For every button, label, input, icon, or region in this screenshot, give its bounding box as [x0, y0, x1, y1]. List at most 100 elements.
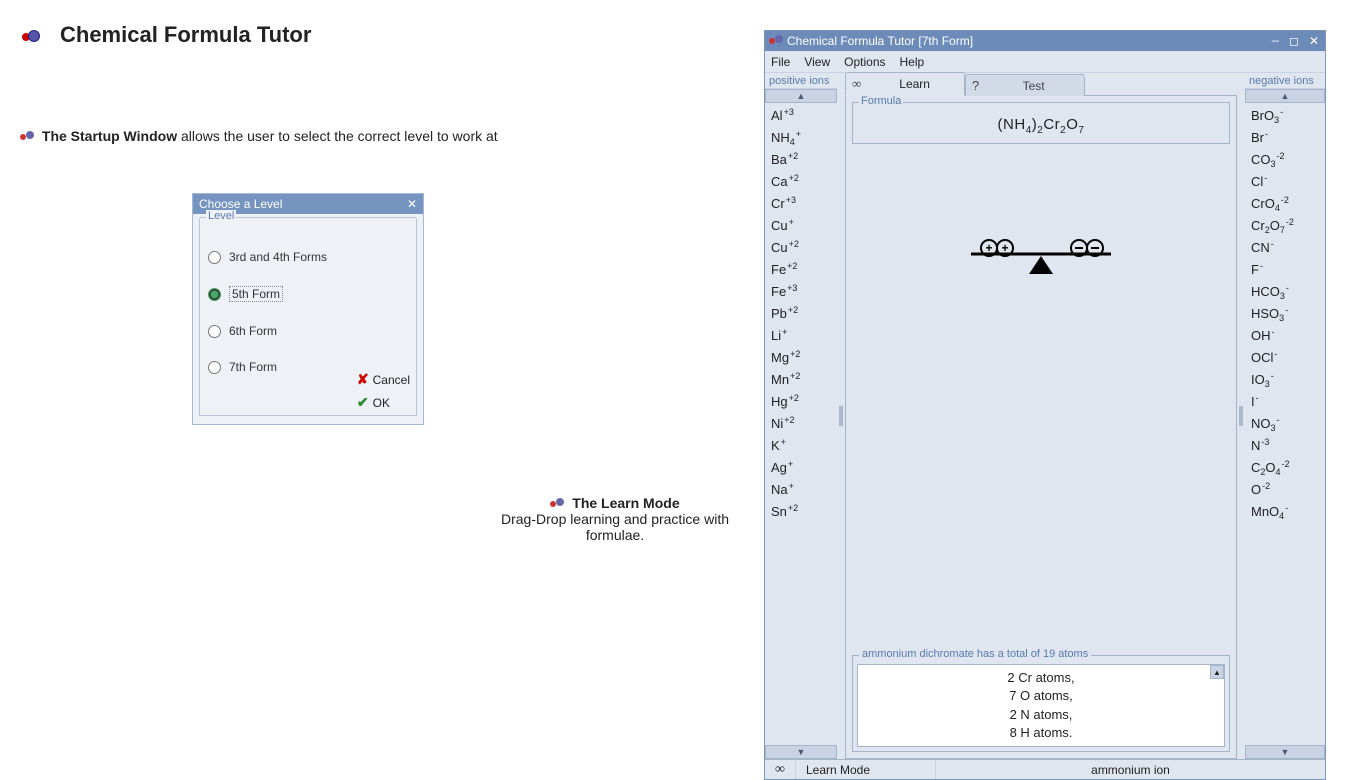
atom-line: 8 H atoms. — [864, 724, 1218, 742]
menu-file[interactable]: File — [771, 55, 790, 69]
ion-item[interactable]: Cu+2 — [767, 237, 835, 259]
ion-item[interactable]: Hg+2 — [767, 391, 835, 413]
ion-item[interactable]: Cu+ — [767, 215, 835, 237]
ion-item[interactable]: Ag+ — [767, 457, 835, 479]
ion-item[interactable]: I- — [1247, 391, 1323, 413]
negative-ions-header: negative ions — [1245, 73, 1325, 89]
ion-item[interactable]: BrO3- — [1247, 105, 1323, 127]
learn-mode-caption: The Learn Mode Drag-Drop learning and pr… — [475, 495, 755, 543]
level-option-label: 6th Form — [229, 324, 277, 338]
minimize-icon[interactable]: — — [1272, 34, 1281, 49]
ion-item[interactable]: CO3-2 — [1247, 149, 1323, 171]
level-option[interactable]: 3rd and 4th Forms — [208, 250, 408, 264]
tab-body-learn: Formula (NH4)2Cr2O7 + + — [845, 95, 1237, 759]
scroll-down-button[interactable]: ▼ — [765, 745, 837, 759]
atom-line: 2 N atoms, — [864, 706, 1218, 724]
app-titlebar[interactable]: Chemical Formula Tutor [7th Form] — ◻ ✕ — [765, 31, 1325, 51]
level-radio[interactable] — [208, 288, 221, 301]
tab-test[interactable]: ? Test — [965, 74, 1085, 96]
balance-area[interactable]: + + — [852, 144, 1230, 655]
ion-item[interactable]: Cl- — [1247, 171, 1323, 193]
menu-help[interactable]: Help — [900, 55, 925, 69]
ion-item[interactable]: NH4+ — [767, 127, 835, 149]
splitter-right[interactable] — [1237, 73, 1245, 759]
formula-legend: Formula — [859, 95, 903, 107]
ion-item[interactable]: Ni+2 — [767, 413, 835, 435]
maximize-icon[interactable]: ◻ — [1289, 34, 1301, 49]
level-option[interactable]: 6th Form — [208, 324, 408, 338]
positive-ions-panel: positive ions ▲ Al+3NH4+Ba+2Ca+2Cr+3Cu+C… — [765, 73, 837, 759]
question-icon: ? — [972, 78, 979, 93]
ion-item[interactable]: Na+ — [767, 479, 835, 501]
ion-item[interactable]: HSO3- — [1247, 303, 1323, 325]
scroll-up-button[interactable]: ▲ — [1245, 89, 1325, 103]
positive-ions-header: positive ions — [765, 73, 837, 89]
molecule-icon — [22, 28, 40, 46]
ion-item[interactable]: NO3- — [1247, 413, 1323, 435]
ion-item[interactable]: Ba+2 — [767, 149, 835, 171]
ok-button[interactable]: ✔ OK — [357, 394, 410, 411]
positive-ions-list: Al+3NH4+Ba+2Ca+2Cr+3Cu+Cu+2Fe+2Fe+3Pb+2L… — [765, 103, 837, 745]
scroll-down-button[interactable]: ▼ — [1245, 745, 1325, 759]
close-icon[interactable]: ✕ — [407, 197, 417, 211]
ion-item[interactable]: Fe+2 — [767, 259, 835, 281]
ion-item[interactable]: OH- — [1247, 325, 1323, 347]
ion-item[interactable]: Mg+2 — [767, 347, 835, 369]
ion-item[interactable]: O-2 — [1247, 479, 1323, 501]
close-icon[interactable]: ✕ — [1309, 34, 1321, 49]
ion-item[interactable]: CrO4-2 — [1247, 193, 1323, 215]
level-option[interactable]: 5th Form — [208, 286, 408, 302]
learn-mode-title: The Learn Mode — [572, 495, 679, 511]
level-radio[interactable] — [208, 251, 221, 264]
ion-item[interactable]: Sn+2 — [767, 501, 835, 523]
ion-item[interactable]: Mn+2 — [767, 369, 835, 391]
menu-options[interactable]: Options — [844, 55, 885, 69]
scroll-up-button[interactable]: ▲ — [765, 89, 837, 103]
ion-item[interactable]: HCO3- — [1247, 281, 1323, 303]
infinity-icon: ∞ — [775, 762, 785, 778]
ion-item[interactable]: K+ — [767, 435, 835, 457]
ion-item[interactable]: Al+3 — [767, 105, 835, 127]
scroll-up-button[interactable]: ▲ — [1210, 665, 1224, 679]
cancel-button[interactable]: ✘ Cancel — [357, 371, 410, 388]
tab-learn[interactable]: ∞ Learn — [845, 72, 965, 96]
ion-item[interactable]: CN- — [1247, 237, 1323, 259]
status-icon-cell: ∞ — [765, 760, 796, 779]
atoms-legend: ammonium dichromate has a total of 19 at… — [859, 648, 1091, 660]
status-mode: Learn Mode — [796, 760, 936, 779]
learn-mode-sub: Drag-Drop learning and practice with for… — [501, 511, 729, 543]
ion-item[interactable]: Ca+2 — [767, 171, 835, 193]
atom-line: 2 Cr atoms, — [864, 669, 1218, 687]
ion-item[interactable]: OCl- — [1247, 347, 1323, 369]
level-radio[interactable] — [208, 325, 221, 338]
ok-label: OK — [373, 396, 390, 410]
cancel-icon: ✘ — [357, 371, 369, 388]
ion-item[interactable]: MnO4- — [1247, 501, 1323, 523]
splitter-left[interactable] — [837, 73, 845, 759]
ok-icon: ✔ — [357, 394, 369, 411]
level-option-label: 5th Form — [229, 286, 283, 302]
negative-ions-panel: negative ions ▲ BrO3-Br-CO3-2Cl-CrO4-2Cr… — [1245, 73, 1325, 759]
ion-item[interactable]: N-3 — [1247, 435, 1323, 457]
ion-item[interactable]: Br- — [1247, 127, 1323, 149]
svg-text:+: + — [1001, 241, 1008, 255]
level-option-label: 3rd and 4th Forms — [229, 250, 327, 264]
ion-item[interactable]: Cr+3 — [767, 193, 835, 215]
startup-rest: allows the user to select the correct le… — [177, 128, 498, 144]
dialog-title: Choose a Level — [199, 197, 282, 211]
ion-item[interactable]: F- — [1247, 259, 1323, 281]
ion-item[interactable]: Cr2O7-2 — [1247, 215, 1323, 237]
ion-item[interactable]: IO3- — [1247, 369, 1323, 391]
atoms-list[interactable]: ▲ 2 Cr atoms, 7 O atoms, 2 N atoms, 8 H … — [857, 664, 1225, 747]
level-groupbox: Level 3rd and 4th Forms5th Form6th Form7… — [199, 218, 417, 416]
ion-item[interactable]: C2O4-2 — [1247, 457, 1323, 479]
level-radio[interactable] — [208, 361, 221, 374]
atoms-groupbox: ammonium dichromate has a total of 19 at… — [852, 655, 1230, 752]
ion-item[interactable]: Pb+2 — [767, 303, 835, 325]
svg-text:+: + — [985, 241, 992, 255]
ion-item[interactable]: Fe+3 — [767, 281, 835, 303]
tab-test-label: Test — [1023, 79, 1045, 93]
ion-item[interactable]: Li+ — [767, 325, 835, 347]
formula-groupbox: Formula (NH4)2Cr2O7 — [852, 102, 1230, 144]
menu-view[interactable]: View — [804, 55, 830, 69]
